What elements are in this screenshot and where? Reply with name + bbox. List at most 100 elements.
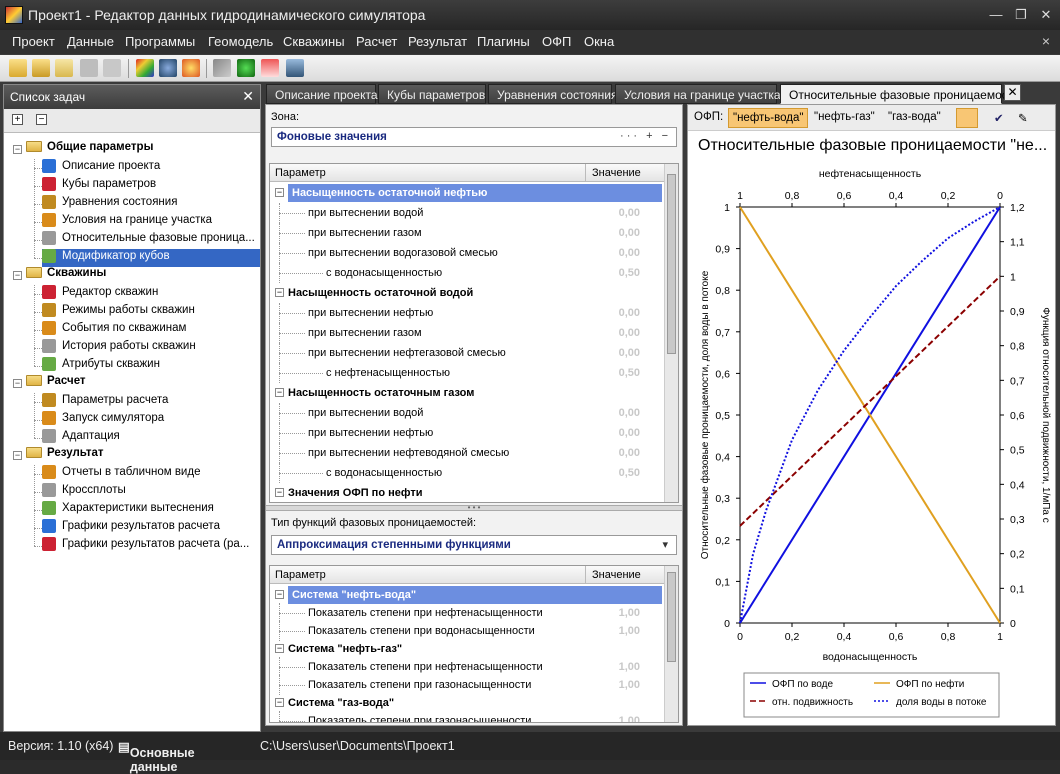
tools-icon[interactable] (213, 59, 231, 77)
tree-item[interactable]: Графики результатов расчета (ра... (42, 537, 249, 555)
tab-boundary-conditions[interactable]: Условия на границе участка (615, 84, 781, 104)
tree-item[interactable]: Графики результатов расчета (42, 519, 220, 537)
tree-item[interactable]: Характеристики вытеснения (42, 501, 214, 519)
group-toggle-icon[interactable]: − (13, 145, 22, 154)
menu-programs[interactable]: Программы (125, 34, 195, 49)
check-icon[interactable]: ✔ (990, 108, 1010, 128)
wells-map-icon[interactable] (159, 59, 177, 77)
tree-item[interactable]: История работы скважин (42, 339, 196, 357)
row-value[interactable]: 0,00 (586, 207, 640, 219)
row-value[interactable]: 1,00 (586, 625, 640, 637)
grid-group-row[interactable]: − Насыщенность остаточной водой (270, 283, 666, 303)
report-icon[interactable] (261, 59, 279, 77)
menu-wells[interactable]: Скважины (283, 34, 345, 49)
system-oil-water-button[interactable]: "нефть-вода" (728, 108, 809, 128)
row-value[interactable]: 0,00 (586, 407, 640, 419)
close-tab-icon[interactable]: ✕ (1004, 84, 1021, 101)
grid-group-row[interactable]: − Насыщенность остаточным газом (270, 383, 666, 403)
row-value[interactable]: 0,00 (586, 307, 640, 319)
tree-item[interactable]: Уравнения состояния (42, 195, 177, 213)
group-toggle-icon[interactable]: − (13, 379, 22, 388)
restore-button[interactable]: ❐ (1010, 5, 1032, 25)
chart-view-icon[interactable] (956, 108, 978, 128)
row-value[interactable]: 1,00 (586, 607, 640, 619)
tree-group[interactable]: Расчет (26, 375, 86, 393)
group-toggle-icon[interactable]: − (275, 644, 284, 653)
tree-item[interactable]: Модификатор кубов (42, 249, 260, 267)
splitter-handle[interactable]: • • • (266, 504, 682, 512)
zone-controls[interactable]: ··· + − (620, 130, 671, 142)
row-value[interactable]: 0,50 (586, 267, 640, 279)
group-toggle-icon[interactable]: − (275, 188, 284, 197)
row-value[interactable]: 0,50 (586, 367, 640, 379)
menu-windows[interactable]: Окна (584, 34, 614, 49)
tab-relative-permeability[interactable]: Относительные фазовые проницаемости (780, 84, 1020, 104)
undo-icon[interactable] (103, 59, 121, 77)
grid-group-row[interactable]: − Значения ОФП по нефти (270, 483, 666, 502)
tree-item[interactable]: Кросcплоты (42, 483, 126, 501)
row-value[interactable]: 1,00 (586, 679, 640, 691)
close-window-button[interactable]: ✕ (1035, 5, 1057, 25)
menu-data[interactable]: Данные (67, 34, 114, 49)
grid-row[interactable]: Показатель степени при водонасыщенности 1… (270, 621, 666, 641)
grid-row[interactable]: при вытеснении нефтью 0,00 (270, 423, 666, 443)
tree-item[interactable]: Отчеты в табличном виде (42, 465, 200, 483)
grid-group-row[interactable]: − Система "нефть-вода" (270, 585, 666, 605)
grid-row[interactable]: с нефтенасыщенностью 0,50 (270, 363, 666, 383)
tree-item[interactable]: Редактор скважин (42, 285, 158, 303)
fluid-drop-icon[interactable] (182, 59, 200, 77)
window-icon[interactable] (286, 59, 304, 77)
tab-project-description[interactable]: Описание проекта (266, 84, 378, 104)
grid-scrollbar[interactable] (664, 566, 678, 722)
row-value[interactable]: 0,00 (586, 227, 640, 239)
grid-row[interactable]: при вытеснении водой 0,00 (270, 203, 666, 223)
tree-item[interactable]: Адаптация (42, 429, 120, 447)
row-value[interactable]: 0,00 (586, 447, 640, 459)
grid-row[interactable]: при вытеснении нефтегазовой смесью 0,00 (270, 343, 666, 363)
func-type-select[interactable]: Аппроксимация степенными функциями ▾ (271, 535, 677, 555)
group-toggle-icon[interactable]: − (275, 488, 284, 497)
group-toggle-icon[interactable]: − (275, 698, 284, 707)
grid-row[interactable]: Показатель степени при нефтенасыщенности… (270, 603, 666, 623)
menu-calc[interactable]: Расчет (356, 34, 397, 49)
grid-row[interactable]: при вытеснении газом 0,00 (270, 223, 666, 243)
zone-select[interactable]: Фоновые значения ··· + − (271, 127, 677, 147)
system-oil-gas-button[interactable]: "нефть-газ" (810, 108, 879, 128)
grid-row[interactable]: при вытеснении водой 0,00 (270, 403, 666, 423)
grid-row[interactable]: Показатель степени при нефтенасыщенности… (270, 657, 666, 677)
group-toggle-icon[interactable]: − (275, 590, 284, 599)
row-value[interactable]: 0,00 (586, 427, 640, 439)
edit-table-icon[interactable]: ✎ (1014, 108, 1034, 128)
open-folder-icon[interactable] (32, 59, 50, 77)
expand-all-icon[interactable]: + (12, 114, 23, 125)
grid-scrollbar[interactable] (664, 164, 678, 502)
grid-row[interactable]: при вытеснении водогазовой смесью 0,00 (270, 243, 666, 263)
tree-item[interactable]: Условия на границе участка (42, 213, 212, 231)
row-value[interactable]: 1,00 (586, 661, 640, 673)
tree-item[interactable]: Параметры расчета (42, 393, 168, 411)
close-panel-icon[interactable]: ✕ (242, 88, 254, 105)
menu-geomodel[interactable]: Геомодель (208, 34, 273, 49)
run-icon[interactable] (237, 59, 255, 77)
collapse-all-icon[interactable]: − (36, 114, 47, 125)
tree-item[interactable]: Относительные фазовые проница... (42, 231, 255, 249)
tree-item[interactable]: Описание проекта (42, 159, 160, 177)
group-toggle-icon[interactable]: − (275, 288, 284, 297)
menu-ofp[interactable]: ОФП (542, 34, 571, 49)
chevron-down-icon[interactable]: ▾ (662, 538, 671, 551)
row-value[interactable]: 0,00 (586, 247, 640, 259)
grid-row[interactable]: при вытеснении нефтью 0,00 (270, 303, 666, 323)
grid-row[interactable]: с водонасыщенностью 0,50 (270, 463, 666, 483)
row-value[interactable]: 0,00 (586, 327, 640, 339)
tree-group[interactable]: Общие параметры (26, 141, 153, 159)
tab-state-equations[interactable]: Уравнения состояния (488, 84, 617, 104)
grid-row[interactable]: Показатель степени при газонасыщенности 1… (270, 711, 666, 722)
grid-row[interactable]: при вытеснении газом 0,00 (270, 323, 666, 343)
menu-result[interactable]: Результат (408, 34, 467, 49)
tree-group[interactable]: Результат (26, 447, 103, 465)
tree-item[interactable]: Запуск симулятора (42, 411, 164, 429)
group-toggle-icon[interactable]: − (13, 271, 22, 280)
tree-item[interactable]: Атрибуты скважин (42, 357, 160, 375)
grid-group-row[interactable]: − Насыщенность остаточной нефтью (270, 183, 666, 203)
grid-row[interactable]: при вытеснении нефтеводяной смесью 0,00 (270, 443, 666, 463)
